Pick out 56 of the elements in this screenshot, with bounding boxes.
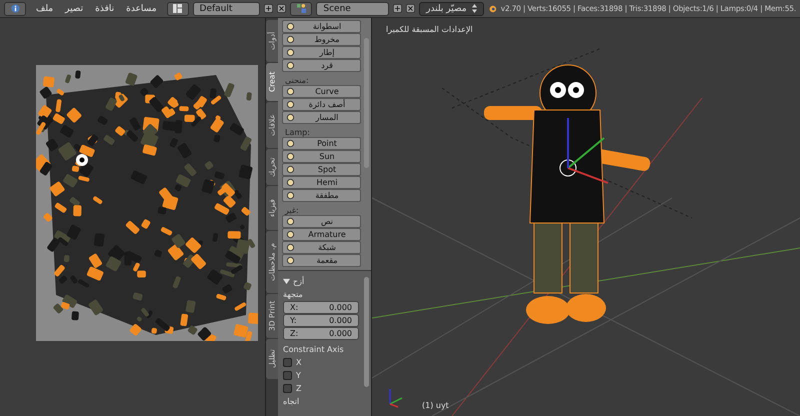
add-object-button[interactable]: مخروط <box>282 33 361 46</box>
scene-icon <box>296 4 306 13</box>
scene-button[interactable] <box>290 2 312 16</box>
add-icon[interactable] <box>264 3 274 14</box>
menu-item[interactable]: مساعدة <box>120 4 163 14</box>
checkbox-label: Y <box>296 371 301 380</box>
checkbox[interactable] <box>283 358 292 367</box>
menu-item[interactable]: نافذة <box>89 4 120 14</box>
add-icon[interactable] <box>393 3 402 14</box>
add-object-button[interactable]: نص <box>282 215 361 228</box>
add-object-button[interactable]: إطار <box>282 46 361 59</box>
add-object-button[interactable]: Hemi <box>282 176 361 189</box>
add-object-button[interactable]: المسار <box>282 111 361 124</box>
disclosure-triangle-icon[interactable] <box>283 278 290 284</box>
add-object-button[interactable]: Armature <box>282 228 361 241</box>
info-icon <box>10 4 20 13</box>
viewport-title: الإعدادات المسبقة للكميرا <box>386 25 473 34</box>
add-object-button[interactable]: مقعمة <box>282 254 361 267</box>
menu-item[interactable]: تصير <box>59 4 90 14</box>
close-icon[interactable] <box>406 3 416 14</box>
add-object-button[interactable]: Spot <box>282 163 361 176</box>
updown-arrows-icon <box>472 4 477 13</box>
add-object-button[interactable]: شبكة <box>282 241 361 254</box>
checkbox-label: Z <box>296 384 302 393</box>
add-object-button[interactable]: مطفقة <box>282 189 361 202</box>
add-object-button[interactable]: أصف دائرة <box>282 98 361 111</box>
section-heading: غير: <box>284 205 300 215</box>
number-field[interactable]: Z: 0.000 <box>283 327 359 340</box>
checkbox[interactable] <box>283 371 292 380</box>
section-heading: Lamp: <box>284 127 311 137</box>
layout-field[interactable]: Default <box>192 2 260 16</box>
layout-icon <box>173 4 182 13</box>
orientation-label: اتجاه <box>283 396 300 408</box>
add-object-button[interactable]: اسطوانة <box>282 20 361 33</box>
checkbox-label: X <box>296 358 302 367</box>
editor-type-button[interactable] <box>4 2 26 16</box>
scrollbar-thumb[interactable] <box>364 38 369 168</box>
checkbox[interactable] <box>283 384 292 393</box>
add-object-button[interactable]: Sun <box>282 150 361 163</box>
section-heading: منحنى: <box>284 75 310 85</box>
add-object-button[interactable]: قرد <box>282 59 361 72</box>
number-field[interactable]: Y: 0.000 <box>283 314 359 327</box>
layout-button[interactable] <box>166 2 189 16</box>
add-object-button[interactable]: Curve <box>282 85 361 98</box>
constraint-label: Constraint Axis <box>283 344 345 356</box>
scrollbar-thumb[interactable] <box>364 277 369 387</box>
close-icon[interactable] <box>277 3 286 14</box>
panel-title: أزح <box>293 276 304 286</box>
render-engine-dropdown[interactable]: مصيّر بلندر <box>419 2 484 16</box>
logo-icon <box>488 4 497 14</box>
active-object-label: (1) uyt <box>422 401 449 410</box>
number-field[interactable]: X: 0.000 <box>283 301 359 314</box>
vector-label: متجهة <box>283 289 304 301</box>
add-object-button[interactable]: Point <box>282 137 361 150</box>
menu-item[interactable]: ملف <box>30 4 60 14</box>
scene-field[interactable]: Scene <box>316 2 390 16</box>
